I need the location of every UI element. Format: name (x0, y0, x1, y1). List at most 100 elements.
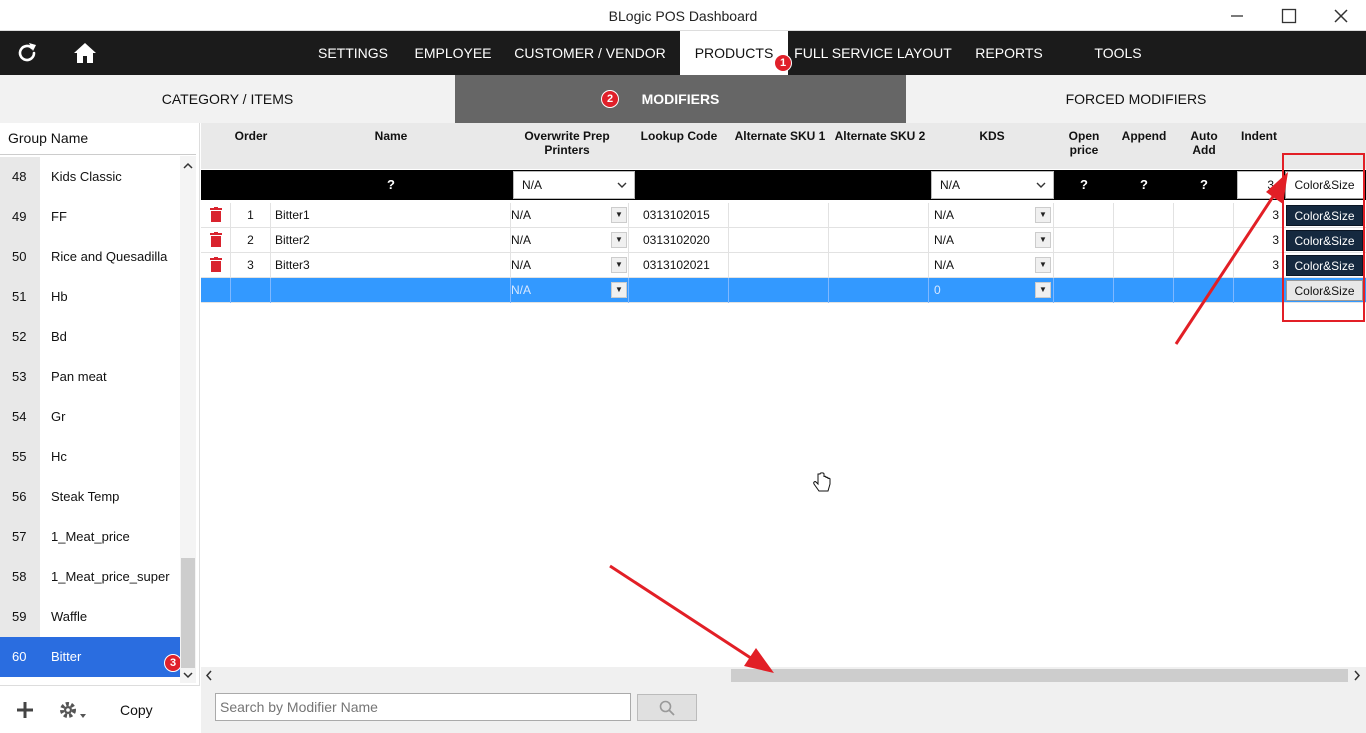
subtabs: CATEGORY / ITEMS MODIFIERS FORCED MODIFI… (0, 75, 1366, 123)
list-item[interactable]: 48 Kids Classic (0, 157, 180, 197)
title-bar: BLogic POS Dashboard (0, 0, 1366, 31)
nav-tools[interactable]: TOOLS (1074, 31, 1162, 75)
list-item[interactable]: 51 Hb (0, 277, 180, 317)
filter-overwrite-select[interactable]: N/A (513, 171, 635, 199)
group-list: 48 Kids Classic 49 FF 50 Rice and Quesadill… (0, 156, 180, 681)
chevron-down-icon (1036, 182, 1046, 188)
list-item-selected[interactable]: 60 Bitter (0, 637, 180, 677)
minimize-icon (1231, 14, 1243, 17)
chevron-down-icon (183, 672, 193, 679)
dropdown-arrow[interactable]: ▼ (1035, 232, 1051, 248)
dropdown-arrow[interactable]: ▼ (611, 207, 627, 223)
maximize-button[interactable] (1266, 0, 1312, 31)
header-open-price[interactable]: Open price (1059, 129, 1109, 157)
header-lookup-code[interactable]: Lookup Code (631, 129, 727, 143)
header-overwrite-prep-printers[interactable]: Overwrite Prep Printers (517, 129, 617, 157)
minimize-button[interactable] (1214, 0, 1260, 31)
color-size-button[interactable]: Color&Size (1286, 255, 1363, 276)
chevron-left-icon (205, 670, 212, 681)
scrollbar-thumb[interactable] (731, 669, 1348, 682)
filter-kds-select[interactable]: N/A (931, 171, 1054, 199)
modifier-grid: Order Name Overwrite Prep Printers Looku… (201, 123, 1366, 683)
table-row[interactable]: 2 Bitter2 N/A ▼ 0313102020 N/A ▼ 3 Color&S… (201, 228, 1366, 253)
header-alternate-sku-1[interactable]: Alternate SKU 1 (730, 129, 830, 143)
copy-button[interactable]: Copy (120, 698, 153, 722)
table-row[interactable]: 1 Bitter1 N/A ▼ 0313102015 N/A ▼ 3 Color&S… (201, 203, 1366, 228)
nav-settings[interactable]: SETTINGS (308, 31, 398, 75)
header-kds[interactable]: KDS (930, 129, 1054, 143)
group-settings-button[interactable] (58, 698, 88, 722)
header-alternate-sku-2[interactable]: Alternate SKU 2 (830, 129, 930, 143)
filter-name[interactable]: ? (271, 170, 511, 200)
nav-customer-vendor[interactable]: CUSTOMER / VENDOR (510, 31, 670, 75)
dropdown-arrow[interactable]: ▼ (1035, 257, 1051, 273)
header-auto-add[interactable]: Auto Add (1179, 129, 1229, 157)
maximize-icon (1281, 8, 1297, 23)
search-icon (659, 700, 675, 716)
nav-reports[interactable]: REPORTS (964, 31, 1054, 75)
dropdown-arrow[interactable]: ▼ (1035, 282, 1051, 298)
step-badge-2: 2 (601, 90, 619, 108)
home-button[interactable] (60, 31, 110, 75)
step-badge-3: 3 (164, 654, 180, 672)
list-item[interactable]: 58 1_Meat_price_super (0, 557, 180, 597)
group-footer: Copy (0, 685, 200, 733)
filter-color-size-button[interactable]: Color&Size (1285, 171, 1364, 199)
close-icon (1334, 8, 1348, 23)
table-row[interactable]: 3 Bitter3 N/A ▼ 0313102021 N/A ▼ 3 Color&S… (201, 253, 1366, 278)
list-item[interactable]: 49 FF (0, 197, 180, 237)
tab-category-items[interactable]: CATEGORY / ITEMS (0, 75, 455, 123)
trash-icon[interactable] (209, 207, 223, 223)
tab-forced-modifiers[interactable]: FORCED MODIFIERS (906, 75, 1366, 123)
list-item[interactable]: 53 Pan meat (0, 357, 180, 397)
nav-employee[interactable]: EMPLOYEE (408, 31, 498, 75)
group-panel: Group Name 48 Kids Classic 49 FF 50 Rice an… (0, 123, 200, 733)
filter-open-price[interactable]: ? (1055, 170, 1113, 200)
filter-auto-add[interactable]: ? (1175, 170, 1233, 200)
dropdown-arrow[interactable]: ▼ (611, 282, 627, 298)
scrollbar-thumb[interactable] (181, 558, 195, 668)
search-bar (201, 684, 1366, 733)
group-list-scrollbar[interactable] (180, 156, 196, 683)
trash-icon[interactable] (209, 257, 223, 273)
step-badge-1: 1 (774, 54, 792, 72)
list-item[interactable]: 56 Steak Temp (0, 477, 180, 517)
gear-icon (60, 702, 86, 718)
header-order[interactable]: Order (231, 129, 271, 143)
header-indent[interactable]: Indent (1235, 129, 1283, 143)
nav-full-service-layout[interactable]: FULL SERVICE LAYOUT (794, 31, 952, 75)
list-item[interactable]: 52 Bd (0, 317, 180, 357)
dropdown-arrow[interactable]: ▼ (611, 257, 627, 273)
nav-products[interactable]: PRODUCTS (680, 31, 788, 75)
dropdown-arrow[interactable]: ▼ (1035, 207, 1051, 223)
refresh-button[interactable] (2, 31, 52, 75)
list-item[interactable]: 50 Rice and Quesadilla (0, 237, 180, 277)
color-size-button[interactable]: Color&Size (1286, 280, 1363, 301)
list-item[interactable]: 55 Hc (0, 437, 180, 477)
tab-modifiers[interactable]: MODIFIERS (455, 75, 906, 123)
add-group-button[interactable] (14, 698, 36, 722)
window-title: BLogic POS Dashboard (608, 8, 758, 24)
header-append[interactable]: Append (1115, 129, 1173, 143)
list-item[interactable]: 59 Waffle (0, 597, 180, 637)
search-button[interactable] (637, 694, 697, 721)
color-size-button[interactable]: Color&Size (1286, 205, 1363, 226)
trash-icon[interactable] (209, 232, 223, 248)
new-row[interactable]: N/A ▼ 0 ▼ Color&Size (201, 278, 1366, 303)
chevron-up-icon (183, 162, 193, 169)
chevron-down-icon (617, 182, 627, 188)
filter-append[interactable]: ? (1115, 170, 1173, 200)
list-item[interactable]: 54 Gr (0, 397, 180, 437)
color-size-button[interactable]: Color&Size (1286, 230, 1363, 251)
group-name-header: Group Name (0, 123, 196, 155)
grid-horizontal-scrollbar[interactable] (201, 667, 1366, 684)
filter-indent-input[interactable]: 3 (1237, 171, 1283, 199)
list-item[interactable]: 57 1_Meat_price (0, 517, 180, 557)
filter-row: ? N/A N/A ? ? ? 3 Color&Size (201, 170, 1366, 200)
close-button[interactable] (1318, 0, 1364, 31)
header-name[interactable]: Name (271, 129, 511, 143)
dropdown-arrow[interactable]: ▼ (611, 232, 627, 248)
grid-header: Order Name Overwrite Prep Printers Looku… (201, 123, 1366, 169)
search-input[interactable] (215, 693, 631, 721)
chevron-right-icon (1354, 670, 1361, 681)
